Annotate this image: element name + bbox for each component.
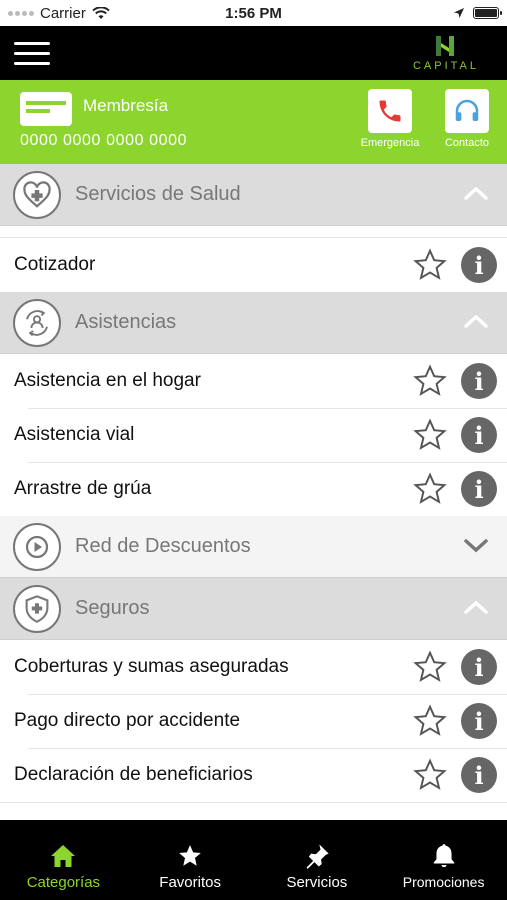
list-item-hogar[interactable]: Asistencia en el hogar i [0,354,507,408]
hamburger-menu-icon[interactable] [14,41,50,65]
emergency-button[interactable]: Emergencia [359,89,421,149]
tab-favoritos[interactable]: Favoritos [127,820,254,900]
section-header-asistencias[interactable]: Asistencias [0,292,507,354]
list-item-partial [0,802,507,820]
list-item-grua[interactable]: Arrastre de grúa i [0,462,507,516]
people-cycle-icon [13,298,61,347]
bottom-tab-bar: Categorías Favoritos Servicios Promocion… [0,820,507,900]
item-label: Declaración de beneficiarios [14,764,253,785]
tab-label: Categorías [26,874,101,891]
home-icon [51,845,76,867]
item-label: Arrastre de grúa [14,478,152,499]
status-bar: Carrier 1:56 PM [0,0,507,26]
info-icon[interactable]: i [461,471,497,507]
list-item-coberturas[interactable]: Coberturas y sumas aseguradas i [0,640,507,694]
item-label: Pago directo por accidente [14,710,241,731]
contact-button[interactable]: Contacto [436,89,498,149]
membership-label: Membresía [83,96,169,115]
info-icon[interactable]: i [461,247,497,283]
phone-icon [379,100,401,122]
list-item-partial [0,226,507,238]
section-title-salud: Servicios de Salud [75,183,241,205]
status-right [453,7,502,19]
wifi-icon [92,6,110,19]
pin-icon [306,844,329,869]
tab-categorias[interactable]: Categorías [0,820,127,900]
info-icon[interactable]: i [461,649,497,685]
app-header: CAPITAL [0,26,507,80]
signal-icon [8,10,34,16]
section-header-seguros[interactable]: Seguros [0,578,507,640]
star-outline-icon[interactable] [412,247,448,283]
item-label: Coberturas y sumas aseguradas [14,656,289,677]
chevron-up-icon[interactable] [463,599,489,615]
membership-bar: Membresía 0000 0000 0000 0000 Emergencia… [0,80,507,164]
item-label: Asistencia en el hogar [14,370,201,391]
categories-list: Servicios de Salud Cotizador i Asistenci… [0,164,507,820]
section-header-salud[interactable]: Servicios de Salud [0,164,507,226]
info-icon[interactable]: i [461,703,497,739]
chevron-up-icon[interactable] [463,185,489,201]
info-icon[interactable]: i [461,417,497,453]
capital-logo-icon [435,36,454,56]
tab-label: Servicios [286,874,348,891]
list-item-pago-directo[interactable]: Pago directo por accidente i [0,694,507,748]
star-outline-icon[interactable] [412,363,448,399]
carrier-label: Carrier [40,4,86,22]
tab-servicios[interactable]: Servicios [254,820,381,900]
credit-card-icon [20,92,72,126]
bell-icon [433,844,454,868]
tab-promociones[interactable]: Promociones [380,820,507,900]
tab-label: Favoritos [159,874,221,891]
info-icon[interactable]: i [461,363,497,399]
chevron-down-icon[interactable] [463,537,489,553]
contact-label: Contacto [444,137,490,149]
battery-icon [473,7,502,19]
list-item-beneficiarios[interactable]: Declaración de beneficiarios i [0,748,507,802]
star-outline-icon[interactable] [412,471,448,507]
heart-plus-icon [13,170,61,219]
brand-logo: CAPITAL [413,34,479,72]
star-outline-icon[interactable] [412,703,448,739]
chevron-up-icon[interactable] [463,313,489,329]
section-header-descuentos[interactable]: Red de Descuentos [0,516,507,578]
status-left: Carrier [8,5,188,22]
list-item-vial[interactable]: Asistencia vial i [0,408,507,462]
star-icon [179,845,201,866]
emergency-label: Emergencia [360,137,420,149]
tab-label: Promociones [402,874,485,890]
membership-number: 0000 0000 0000 0000 [20,132,188,149]
brand-name: CAPITAL [412,60,479,72]
star-outline-icon[interactable] [412,417,448,453]
section-title-descuentos: Red de Descuentos [75,535,251,557]
item-label: Asistencia vial [14,424,135,445]
section-title-seguros: Seguros [75,597,150,619]
star-outline-icon[interactable] [412,649,448,685]
item-label: Cotizador [14,254,96,275]
section-title-asistencias: Asistencias [75,311,177,333]
star-outline-icon[interactable] [412,757,448,793]
headset-icon [455,99,479,121]
info-icon[interactable]: i [461,757,497,793]
location-arrow-icon [454,8,464,18]
play-icon [13,522,61,571]
shield-plus-icon [13,584,61,633]
list-item-cotizador[interactable]: Cotizador i [0,238,507,292]
